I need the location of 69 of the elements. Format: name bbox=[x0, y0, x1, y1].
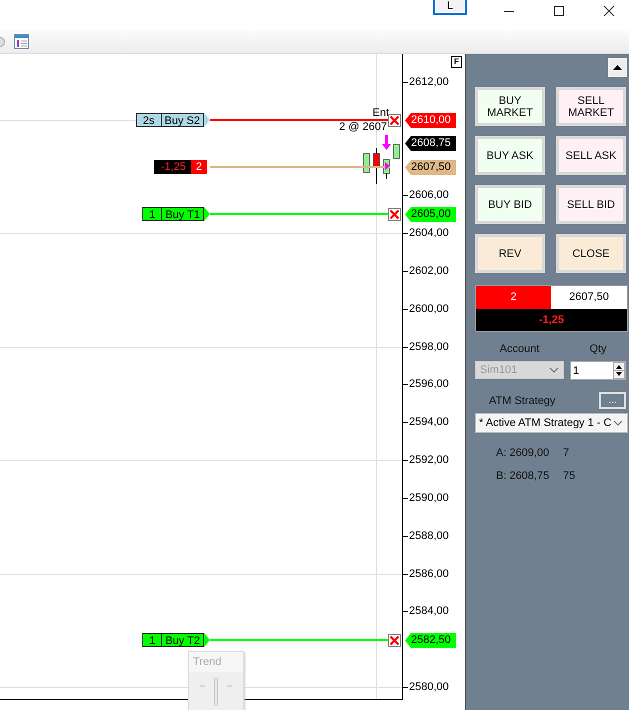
spin-arrows-icon[interactable] bbox=[613, 362, 625, 379]
order-button[interactable]: BUY ASK bbox=[475, 136, 545, 175]
order-button[interactable]: BUY BID bbox=[475, 185, 545, 224]
order-price-tag: 2605,00 bbox=[405, 207, 456, 222]
price-tick-label: 2594,00 bbox=[409, 415, 449, 429]
entry-marker-detail: 2 @ 2607 bbox=[339, 121, 387, 133]
price-tick-label: 2604,00 bbox=[409, 226, 449, 240]
order-label: Buy T1 bbox=[161, 207, 204, 221]
down-arrow-icon bbox=[382, 135, 391, 150]
order-button[interactable]: SELL MARKET bbox=[556, 87, 626, 126]
quantity-spinner[interactable]: 1 bbox=[570, 361, 626, 380]
order-label: Buy T2 bbox=[161, 633, 204, 647]
position-quantity: 2 bbox=[190, 160, 207, 174]
flag-button[interactable]: F bbox=[451, 56, 462, 68]
close-icon[interactable] bbox=[603, 5, 615, 17]
price-chart[interactable] bbox=[0, 54, 465, 710]
price-tick-label: 2606,00 bbox=[409, 188, 449, 202]
quote-size: 7 bbox=[563, 446, 570, 460]
order-tag[interactable]: 1 Buy T1 bbox=[142, 207, 210, 221]
order-button[interactable]: SELL ASK bbox=[556, 136, 626, 175]
price-tick-label: 2580,00 bbox=[409, 680, 449, 694]
window-badge[interactable]: L bbox=[433, 0, 467, 15]
chevron-down-icon bbox=[613, 420, 623, 426]
price-tick-label: 2588,00 bbox=[409, 529, 449, 543]
quote-price: A: 2609,00 bbox=[496, 446, 550, 460]
quote-size: 75 bbox=[563, 469, 576, 483]
position-price-tag: 2607,50 bbox=[405, 160, 456, 175]
last-price-tag: 2608,75 bbox=[405, 136, 456, 151]
collapse-icon[interactable] bbox=[608, 58, 627, 77]
order-button[interactable]: SELL BID bbox=[556, 185, 626, 224]
trend-title: Trend bbox=[192, 655, 222, 670]
order-quantity: 1 bbox=[142, 633, 162, 647]
price-tick-label: 2600,00 bbox=[409, 302, 449, 316]
order-tag[interactable]: 2s Buy S2 bbox=[136, 113, 210, 127]
cancel-icon[interactable] bbox=[388, 114, 401, 127]
more-button[interactable]: ... bbox=[599, 392, 626, 409]
order-label: Buy S2 bbox=[160, 113, 204, 127]
fill-marker-icon bbox=[385, 162, 390, 170]
order-quantity: 2s bbox=[136, 113, 161, 127]
entry-marker-label: Ent bbox=[372, 107, 389, 119]
cancel-icon[interactable] bbox=[388, 208, 401, 221]
price-tick-label: 2602,00 bbox=[409, 264, 449, 278]
account-label: Account bbox=[498, 342, 540, 356]
order-quantity: 1 bbox=[142, 207, 162, 221]
price-tick-label: 2612,00 bbox=[409, 75, 449, 89]
price-tick-label: 2592,00 bbox=[409, 453, 449, 467]
position-pnl: -1,25 bbox=[476, 309, 627, 331]
atm-strategy-dropdown[interactable]: * Active ATM Strategy 1 - C bbox=[475, 413, 628, 433]
quote-price: B: 2608,75 bbox=[496, 469, 550, 483]
price-tick-label: 2596,00 bbox=[409, 377, 449, 391]
qty-label: Qty bbox=[588, 342, 608, 356]
chevron-down-icon bbox=[549, 367, 559, 373]
order-price-tag: 2582,50 bbox=[405, 633, 456, 648]
price-tick-label: 2586,00 bbox=[409, 567, 449, 581]
position-pnl: -1,25 bbox=[154, 160, 191, 174]
order-button[interactable]: REV bbox=[475, 234, 545, 273]
table-icon[interactable] bbox=[14, 34, 29, 49]
price-tick-label: 2584,00 bbox=[409, 604, 449, 618]
order-price-tag: 2610,00 bbox=[405, 113, 456, 128]
order-tag[interactable]: 1 Buy T2 bbox=[142, 633, 210, 647]
order-button[interactable]: BUY MARKET bbox=[475, 87, 545, 126]
price-tick-label: 2590,00 bbox=[409, 491, 449, 505]
atm-strategy-label: ATM Strategy bbox=[489, 394, 556, 408]
price-tick-label: 2598,00 bbox=[409, 340, 449, 354]
maximize-icon[interactable] bbox=[553, 5, 565, 17]
position-quantity: 2 bbox=[476, 286, 551, 309]
cancel-icon[interactable] bbox=[388, 634, 401, 647]
order-button[interactable]: CLOSE bbox=[556, 234, 626, 273]
position-price: 2607,50 bbox=[551, 286, 627, 309]
